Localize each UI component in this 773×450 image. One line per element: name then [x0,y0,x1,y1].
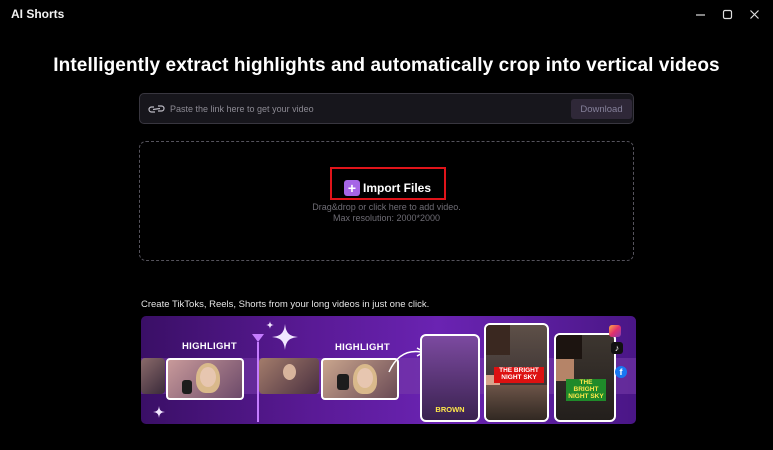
sparkle-icon [272,324,298,350]
facebook-icon: f [615,366,627,378]
title-bar: AI Shorts [0,0,773,28]
max-resolution-hint: Max resolution: 2000*2000 [332,213,441,223]
promo-banner: HIGHLIGHT HIGHLIGHT BROWN THE BRIGHT NIG… [141,316,636,424]
vertical-video-preview-2: THE BRIGHT NIGHT SKY [484,323,549,422]
sparkle-tiny-icon [266,321,274,329]
caption-bright-night-sky-2: THE BRIGHT NIGHT SKY [566,379,606,402]
vertical-video-preview-3: THE BRIGHT NIGHT SKY [554,333,616,422]
minimize-icon [695,13,705,16]
highlight-label-2: HIGHLIGHT [335,342,390,353]
tiktok-icon: ♪ [611,342,623,354]
link-input[interactable] [170,100,560,118]
import-files-button[interactable]: + Import Files [344,179,431,196]
plus-icon: + [344,179,360,196]
banner-thumb-left [141,358,165,394]
page-headline: Intelligently extract highlights and aut… [53,55,720,76]
highlight-label-1: HIGHLIGHT [182,341,237,352]
app-title: AI Shorts [11,7,65,21]
highlight-thumb-1 [166,358,244,400]
download-button[interactable]: Download [571,99,632,119]
link-bar: Download [139,93,634,124]
minimize-button[interactable] [689,4,711,24]
import-files-label: Import Files [363,180,432,195]
instagram-icon [609,325,621,337]
link-icon [148,105,165,113]
banner-thumb-middle [259,358,319,394]
maximize-button[interactable] [716,4,738,24]
close-button[interactable] [743,4,765,24]
file-drop-zone[interactable]: + Import Files Drag&drop or click here t… [139,141,634,261]
sparkle-small-icon [153,406,165,418]
close-icon [749,9,759,19]
playhead-marker [252,334,264,422]
drop-hint: Drag&drop or click here to add video. [312,202,461,212]
caption-bright-night-sky-1: THE BRIGHT NIGHT SKY [494,367,544,383]
caption-brown: BROWN [435,405,465,414]
promo-text: Create TikToks, Reels, Shorts from your … [141,299,430,310]
maximize-icon [722,9,732,19]
vertical-video-preview-1: BROWN [420,334,480,422]
